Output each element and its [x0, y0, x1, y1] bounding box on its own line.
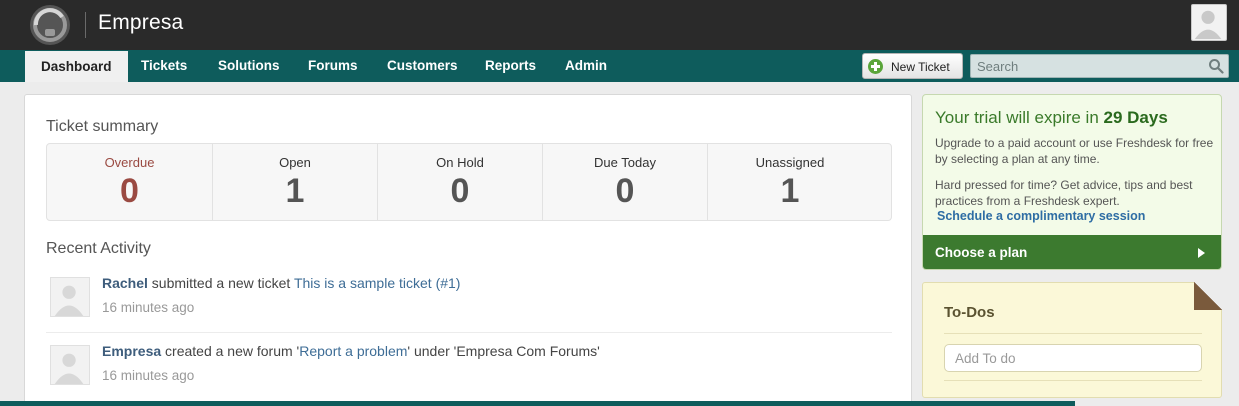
- choose-plan-label: Choose a plan: [935, 245, 1028, 260]
- plus-icon: [868, 59, 883, 74]
- trial-panel: Your trial will expire in 29 Days Upgrad…: [922, 94, 1222, 270]
- activity-time: 16 minutes ago: [102, 300, 195, 315]
- ticket-summary-title: Ticket summary: [46, 118, 159, 135]
- summary-open[interactable]: Open 1: [212, 144, 377, 220]
- activity-divider: [46, 332, 892, 333]
- activity-suffix: ' under 'Empresa Com Forums': [407, 343, 600, 359]
- user-avatar-icon: [54, 285, 84, 316]
- new-ticket-button[interactable]: New Ticket: [862, 53, 963, 79]
- search-icon[interactable]: [1208, 58, 1224, 74]
- schedule-session-link[interactable]: Schedule a complimentary session: [937, 209, 1145, 223]
- summary-unassigned-label: Unassigned: [755, 155, 825, 170]
- activity-text: Empresa created a new forum 'Report a pr…: [102, 343, 600, 359]
- activity-action: submitted a new ticket: [147, 275, 294, 291]
- nav-tab-admin[interactable]: Admin: [565, 50, 607, 82]
- user-avatar[interactable]: [1191, 4, 1227, 41]
- dashboard-panel: Ticket summary Overdue 0 Open 1 On Hold …: [24, 94, 912, 406]
- page-fold-icon: [1194, 282, 1222, 310]
- brand-name[interactable]: Empresa: [98, 11, 183, 35]
- activity-action: created a new forum ': [161, 343, 300, 359]
- logo-divider: [85, 12, 86, 38]
- search-input[interactable]: [971, 55, 1201, 77]
- nav-tab-tickets[interactable]: Tickets: [141, 50, 187, 82]
- todos-panel: To-Dos: [922, 282, 1222, 398]
- activity-user-link[interactable]: Empresa: [102, 343, 161, 359]
- summary-overdue[interactable]: Overdue 0: [47, 144, 212, 220]
- summary-unassigned-count: 1: [780, 172, 800, 210]
- todos-divider: [944, 380, 1202, 381]
- user-avatar-icon: [54, 353, 84, 384]
- recent-activity-title: Recent Activity: [46, 240, 151, 257]
- trial-days: 29 Days: [1103, 108, 1168, 127]
- search-box: [970, 54, 1229, 78]
- ticket-summary: Overdue 0 Open 1 On Hold 0 Due Today 0 U…: [46, 143, 892, 221]
- nav-tab-reports[interactable]: Reports: [485, 50, 536, 82]
- summary-unassigned[interactable]: Unassigned 1: [707, 144, 872, 220]
- trial-title-prefix: Your trial will expire in: [935, 108, 1104, 127]
- trial-title: Your trial will expire in 29 Days: [935, 108, 1168, 128]
- summary-due-today[interactable]: Due Today 0: [542, 144, 707, 220]
- bottom-strip: [0, 401, 1075, 406]
- summary-due-today-count: 0: [615, 172, 635, 210]
- summary-open-count: 1: [285, 172, 305, 210]
- nav-tab-dashboard[interactable]: Dashboard: [25, 51, 128, 82]
- summary-overdue-label: Overdue: [104, 155, 155, 170]
- freshdesk-logo-icon[interactable]: [26, 3, 74, 47]
- activity-target-link[interactable]: Report a problem: [299, 343, 407, 359]
- avatar[interactable]: [50, 345, 90, 385]
- todos-title: To-Dos: [944, 304, 995, 321]
- avatar[interactable]: [50, 277, 90, 317]
- user-avatar-icon: [1194, 10, 1222, 40]
- nav-tab-forums[interactable]: Forums: [308, 50, 358, 82]
- summary-open-label: Open: [279, 155, 311, 170]
- top-bar: Empresa: [0, 0, 1239, 50]
- add-todo-input[interactable]: [944, 344, 1202, 372]
- activity-time: 16 minutes ago: [102, 368, 195, 383]
- summary-overdue-count: 0: [120, 172, 139, 210]
- activity-target-link[interactable]: This is a sample ticket (#1): [294, 275, 461, 291]
- nav-tab-solutions[interactable]: Solutions: [218, 50, 280, 82]
- summary-on-hold-label: On Hold: [436, 155, 484, 170]
- new-ticket-label: New Ticket: [891, 60, 950, 74]
- activity-user-link[interactable]: Rachel: [102, 275, 148, 291]
- activity-text: Rachel submitted a new ticket This is a …: [102, 275, 460, 291]
- activity-item: Rachel submitted a new ticket This is a …: [46, 269, 892, 335]
- choose-plan-button[interactable]: Choose a plan: [923, 235, 1221, 269]
- trial-upgrade-text: Upgrade to a paid account or use Freshde…: [935, 136, 1214, 166]
- summary-on-hold-count: 0: [450, 172, 470, 210]
- todos-divider: [944, 333, 1202, 334]
- main-nav: Dashboard Tickets Solutions Forums Custo…: [0, 50, 1239, 82]
- nav-tab-customers[interactable]: Customers: [387, 50, 458, 82]
- arrow-right-icon: [1198, 248, 1205, 258]
- trial-advice-text: Hard pressed for time? Get advice, tips …: [935, 178, 1193, 208]
- summary-due-today-label: Due Today: [594, 155, 656, 170]
- activity-item: Empresa created a new forum 'Report a pr…: [46, 337, 892, 403]
- summary-on-hold[interactable]: On Hold 0: [377, 144, 542, 220]
